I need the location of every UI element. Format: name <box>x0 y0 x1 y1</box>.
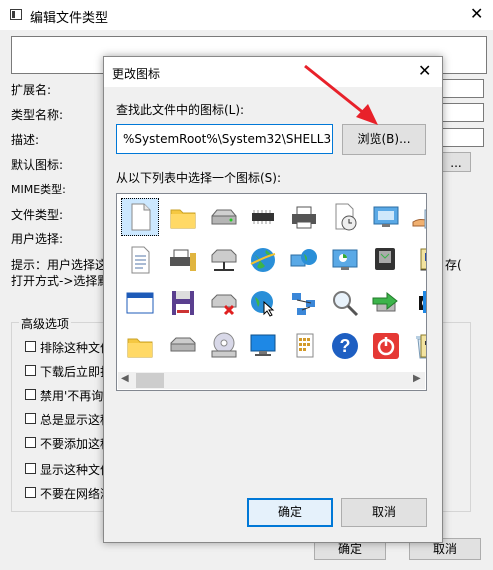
tip-line-1: 提示：用户选择这 <box>11 258 108 272</box>
horizontal-scrollbar[interactable]: ◀ ▶ <box>118 372 425 389</box>
globe-cursor-icon[interactable] <box>244 284 282 322</box>
close-icon[interactable]: ✕ <box>470 4 483 23</box>
close-icon[interactable]: ✕ <box>418 61 431 80</box>
folder-icon[interactable] <box>121 327 159 365</box>
default-icon-button[interactable]: ... <box>441 152 471 172</box>
checkbox-no-network[interactable] <box>25 487 36 498</box>
network-printer-icon[interactable] <box>164 241 202 279</box>
checkbox-do-not-add-label: 不要添加这种 <box>40 437 113 451</box>
advanced-options-title: 高级选项 <box>19 315 72 332</box>
checkbox-show-type[interactable] <box>25 463 36 474</box>
memory-chip-icon[interactable] <box>244 198 282 236</box>
checkbox-disable-ask[interactable] <box>25 389 36 400</box>
monitor-window-icon[interactable] <box>367 198 405 236</box>
tip-line-1-tail: 存( <box>445 258 462 272</box>
tip-line-2: 打开方式->选择默 <box>11 274 110 288</box>
control-panel-icon[interactable] <box>326 241 364 279</box>
icon-list[interactable]: ? ◀ ▶ <box>116 193 427 391</box>
checkbox-open-after-download[interactable] <box>25 365 36 376</box>
dialog-titlebar: 更改图标 ✕ <box>104 57 442 87</box>
document-clock-icon[interactable] <box>326 198 364 236</box>
disconnected-drive-icon[interactable] <box>205 284 243 322</box>
description-field[interactable] <box>441 128 484 147</box>
checkbox-open-after-download-label: 下载后立即打 <box>40 365 113 379</box>
dialog-title: 更改图标 <box>112 67 161 81</box>
user-choice-label: 用户选择: <box>11 232 64 246</box>
cd-drive-icon[interactable] <box>205 327 243 365</box>
window-title: 编辑文件类型 <box>30 11 109 26</box>
checkbox-exclude[interactable] <box>25 341 36 352</box>
network-nodes-icon[interactable] <box>285 284 323 322</box>
floppy-disk-icon[interactable] <box>164 284 202 322</box>
window-icon[interactable] <box>121 284 159 322</box>
scroll-partial-icon[interactable] <box>407 241 426 279</box>
scroll-right-icon[interactable]: ▶ <box>413 373 421 384</box>
help-icon[interactable]: ? <box>326 327 364 365</box>
change-icon-dialog: 更改图标 ✕ 查找此文件中的图标(L): %SystemRoot%\System… <box>103 56 443 543</box>
text-document-icon[interactable] <box>121 241 159 279</box>
folder-icon[interactable] <box>164 198 202 236</box>
computer-icon[interactable] <box>244 327 282 365</box>
scroll-left-icon[interactable]: ◀ <box>121 373 129 384</box>
icon-grid: ? <box>117 194 426 370</box>
usb-arrow-icon[interactable] <box>367 284 405 322</box>
checkbox-always-show[interactable] <box>25 413 36 424</box>
cancel-button[interactable]: 取消 <box>341 498 427 527</box>
blank-document-icon[interactable] <box>121 198 159 236</box>
default-icon-label: 默认图标: <box>11 158 64 172</box>
checkbox-exclude-label: 排除这种文件 <box>40 341 113 355</box>
select-icon-label: 从以下列表中选择一个图标(S): <box>116 171 282 185</box>
hard-drive-icon[interactable] <box>205 198 243 236</box>
type-name-field[interactable] <box>441 103 484 122</box>
power-icon[interactable] <box>367 327 405 365</box>
scroll-thumb[interactable] <box>136 373 164 388</box>
disk-shortcut-icon[interactable] <box>367 241 405 279</box>
browse-button[interactable]: 浏览(B)... <box>342 124 426 155</box>
app-icon <box>10 9 22 20</box>
description-label: 描述: <box>11 133 40 147</box>
printer-icon[interactable] <box>285 198 323 236</box>
svg-text:?: ? <box>340 336 351 356</box>
file-type-label: 文件类型: <box>11 208 64 222</box>
extension-field[interactable] <box>441 79 484 98</box>
mime-type-label: MIME类型: <box>11 183 66 196</box>
checkbox-do-not-add[interactable] <box>25 437 36 448</box>
globe-icon[interactable] <box>244 241 282 279</box>
find-icons-label: 查找此文件中的图标(L): <box>116 103 245 117</box>
recycle-bin-partial-icon[interactable] <box>407 198 426 236</box>
tools-partial-icon[interactable] <box>407 327 426 365</box>
extension-label: 扩展名: <box>11 83 52 97</box>
drive-icon[interactable] <box>164 327 202 365</box>
icon-file-path-input[interactable]: %SystemRoot%\System32\SHELL32. <box>116 124 333 154</box>
checkbox-show-type-label: 显示这种文件 <box>40 463 113 477</box>
blue-square-partial-icon[interactable] <box>407 284 426 322</box>
ok-button[interactable]: 确定 <box>247 498 333 527</box>
type-name-label: 类型名称: <box>11 108 64 122</box>
window-titlebar: 编辑文件类型 ✕ <box>0 0 493 30</box>
magnifier-icon[interactable] <box>326 284 364 322</box>
checkbox-always-show-label: 总是显示这种 <box>40 413 113 427</box>
network-globe-icon[interactable] <box>285 241 323 279</box>
checkbox-no-network-label: 不要在网络浏 <box>40 487 113 501</box>
network-drive-icon[interactable] <box>205 241 243 279</box>
checkbox-disable-ask-label: 禁用'不再询 <box>40 389 104 403</box>
document-grid-icon[interactable] <box>285 327 323 365</box>
